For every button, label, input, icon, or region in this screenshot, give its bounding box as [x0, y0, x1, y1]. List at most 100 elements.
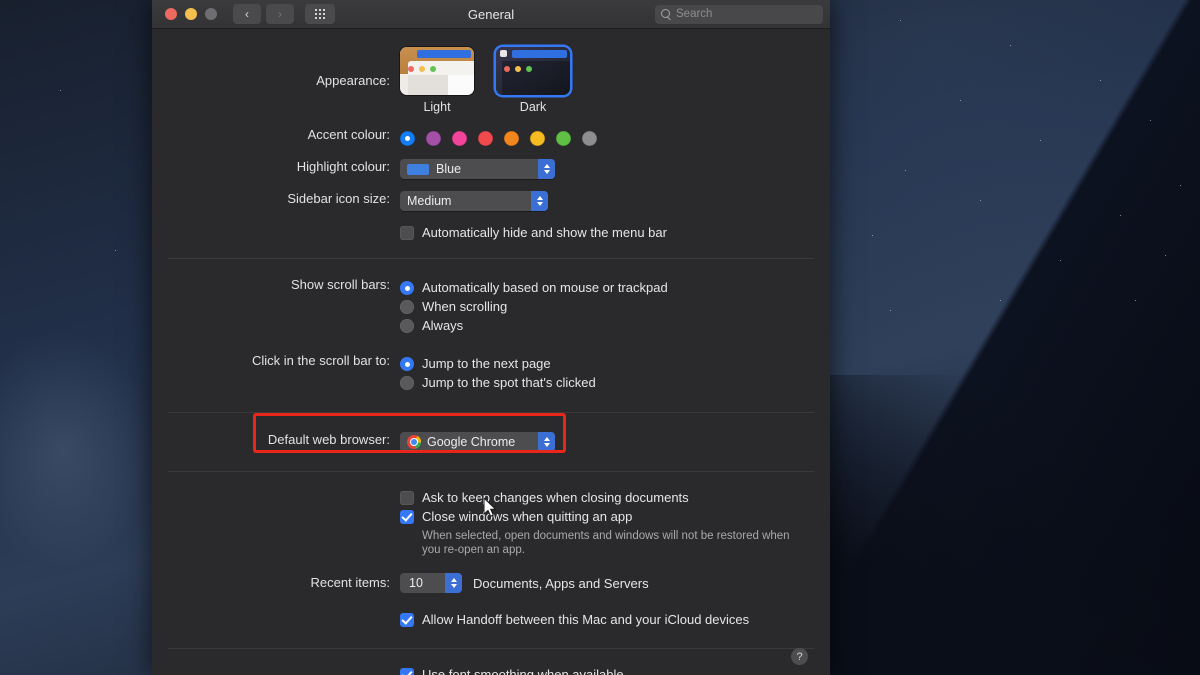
auto-hide-menu-bar-label: Automatically hide and show the menu bar	[422, 225, 667, 240]
accent-swatch-green[interactable]	[556, 131, 571, 146]
default-web-browser-row: Default web browser: Google Chrome	[152, 432, 830, 452]
scrollbar-option-automatic[interactable]: Automatically based on mouse or trackpad	[400, 280, 830, 296]
font-smoothing-row: Use font smoothing when available	[152, 664, 830, 675]
click-scroll-bar-row: Click in the scroll bar to: Jump to the …	[152, 353, 830, 394]
dark-theme-thumbnail[interactable]	[496, 47, 570, 95]
radio-automatic[interactable]	[400, 281, 414, 295]
show-all-grid-button[interactable]	[305, 4, 335, 24]
grid-icon	[315, 9, 325, 19]
close-windows-help-text: When selected, open documents and window…	[422, 530, 790, 556]
handoff-checkbox-row[interactable]: Allow Handoff between this Mac and your …	[400, 612, 830, 628]
accent-swatch-graphite[interactable]	[582, 131, 597, 146]
recent-items-suffix: Documents, Apps and Servers	[473, 575, 649, 591]
scrollbar-option-when-scrolling-label: When scrolling	[422, 299, 508, 314]
auto-hide-menu-bar-checkbox-row[interactable]: Automatically hide and show the menu bar	[400, 225, 830, 241]
highlight-colour-value: Blue	[436, 162, 462, 176]
appearance-option-dark[interactable]: Dark	[496, 47, 570, 114]
back-button[interactable]: ‹	[233, 4, 261, 24]
scrollbar-option-always-label: Always	[422, 318, 464, 333]
navigation-buttons[interactable]: ‹ ›	[233, 4, 294, 24]
scrollclick-option-next-page-label: Jump to the next page	[422, 356, 551, 371]
accent-swatch-purple[interactable]	[426, 131, 441, 146]
search-placeholder: Search	[676, 8, 713, 20]
sidebar-icon-size-dropdown[interactable]: Medium	[400, 191, 548, 211]
radio-jump-next-page[interactable]	[400, 357, 414, 371]
divider-3	[168, 471, 814, 472]
accent-swatch-orange[interactable]	[504, 131, 519, 146]
preferences-content: Appearance: Light Dark Accent colour: Hi…	[152, 35, 830, 675]
appearance-row: Appearance: Light Dark	[152, 35, 830, 114]
wallpaper-left-glow	[0, 330, 155, 570]
traffic-light-buttons[interactable]	[165, 8, 217, 20]
recent-items-row: Recent items: 10 Documents, Apps and Ser…	[152, 573, 830, 593]
search-field[interactable]: Search	[655, 4, 823, 24]
font-smoothing-checkbox[interactable]	[400, 668, 414, 675]
handoff-label: Allow Handoff between this Mac and your …	[422, 612, 750, 627]
auto-hide-menu-bar-checkbox[interactable]	[400, 226, 414, 240]
scrollbar-option-automatic-label: Automatically based on mouse or trackpad	[422, 280, 668, 295]
appearance-option-light[interactable]: Light	[400, 47, 474, 114]
forward-button[interactable]: ›	[266, 4, 294, 24]
accent-colour-row: Accent colour:	[152, 127, 830, 146]
wallpaper-dune-shadow	[820, 375, 1200, 675]
sidebar-icon-size-label: Sidebar icon size:	[287, 191, 390, 206]
ask-keep-changes-label: Ask to keep changes when closing documen…	[422, 490, 689, 505]
help-button[interactable]: ?	[791, 648, 808, 665]
font-smoothing-checkbox-row[interactable]: Use font smoothing when available	[400, 667, 830, 675]
default-web-browser-dropdown[interactable]: Google Chrome	[400, 432, 555, 452]
accent-swatch-red[interactable]	[478, 131, 493, 146]
recent-items-stepper[interactable]: 10	[400, 573, 462, 593]
highlight-colour-swatch	[407, 163, 429, 175]
handoff-checkbox[interactable]	[400, 613, 414, 627]
accent-swatch-pink[interactable]	[452, 131, 467, 146]
divider-4	[168, 648, 814, 649]
scrollclick-option-spot-clicked-label: Jump to the spot that's clicked	[422, 375, 596, 390]
minimize-button[interactable]	[185, 8, 197, 20]
scrollclick-option-next-page[interactable]: Jump to the next page	[400, 356, 830, 372]
chevron-updown-icon[interactable]	[538, 159, 555, 179]
sidebar-icon-size-value: Medium	[407, 194, 452, 208]
accent-swatch-yellow[interactable]	[530, 131, 545, 146]
close-windows-checkbox[interactable]	[400, 510, 414, 524]
chevron-updown-icon[interactable]	[531, 191, 548, 211]
recent-items-value: 10	[409, 576, 423, 590]
scrollbar-option-when-scrolling[interactable]: When scrolling	[400, 299, 830, 315]
highlight-colour-label: Highlight colour:	[296, 159, 390, 174]
menu-bar-row: Automatically hide and show the menu bar	[152, 222, 830, 244]
highlight-colour-dropdown[interactable]: Blue	[400, 159, 555, 179]
chevron-updown-icon[interactable]	[445, 573, 462, 593]
scrollclick-option-spot-clicked[interactable]: Jump to the spot that's clicked	[400, 375, 830, 391]
light-theme-label: Light	[423, 100, 451, 114]
radio-when-scrolling[interactable]	[400, 300, 414, 314]
close-windows-checkbox-row[interactable]: Close windows when quitting an app	[400, 509, 830, 525]
close-windows-label: Close windows when quitting an app	[422, 509, 633, 524]
show-scroll-bars-row: Show scroll bars: Automatically based on…	[152, 277, 830, 337]
system-preferences-window: ‹ › General Search Appearance: Light Dar…	[152, 0, 830, 675]
window-title-bar: ‹ › General Search	[152, 0, 830, 29]
radio-jump-spot-clicked[interactable]	[400, 376, 414, 390]
ask-keep-changes-checkbox[interactable]	[400, 491, 414, 505]
divider-2	[168, 412, 814, 413]
divider-1	[168, 258, 814, 259]
click-scroll-bar-label: Click in the scroll bar to:	[252, 353, 390, 368]
default-web-browser-label: Default web browser:	[267, 432, 390, 447]
default-web-browser-value: Google Chrome	[427, 435, 516, 449]
search-icon	[661, 9, 671, 21]
scrollbar-option-always[interactable]: Always	[400, 318, 830, 334]
accent-swatch-blue[interactable]	[400, 131, 415, 146]
appearance-label: Appearance:	[316, 73, 390, 88]
mouse-cursor	[484, 498, 497, 517]
close-button[interactable]	[165, 8, 177, 20]
chrome-icon	[407, 435, 421, 449]
zoom-button	[205, 8, 217, 20]
dark-theme-label: Dark	[519, 100, 547, 114]
sidebar-icon-size-row: Sidebar icon size: Medium	[152, 191, 830, 211]
highlight-colour-row: Highlight colour: Blue	[152, 159, 830, 179]
light-theme-thumbnail[interactable]	[400, 47, 474, 95]
ask-keep-changes-checkbox-row[interactable]: Ask to keep changes when closing documen…	[400, 490, 830, 506]
font-smoothing-label: Use font smoothing when available	[422, 667, 624, 675]
radio-always[interactable]	[400, 319, 414, 333]
handoff-row: Allow Handoff between this Mac and your …	[152, 609, 830, 631]
accent-colour-swatches[interactable]	[400, 127, 830, 146]
chevron-updown-icon[interactable]	[538, 432, 555, 452]
